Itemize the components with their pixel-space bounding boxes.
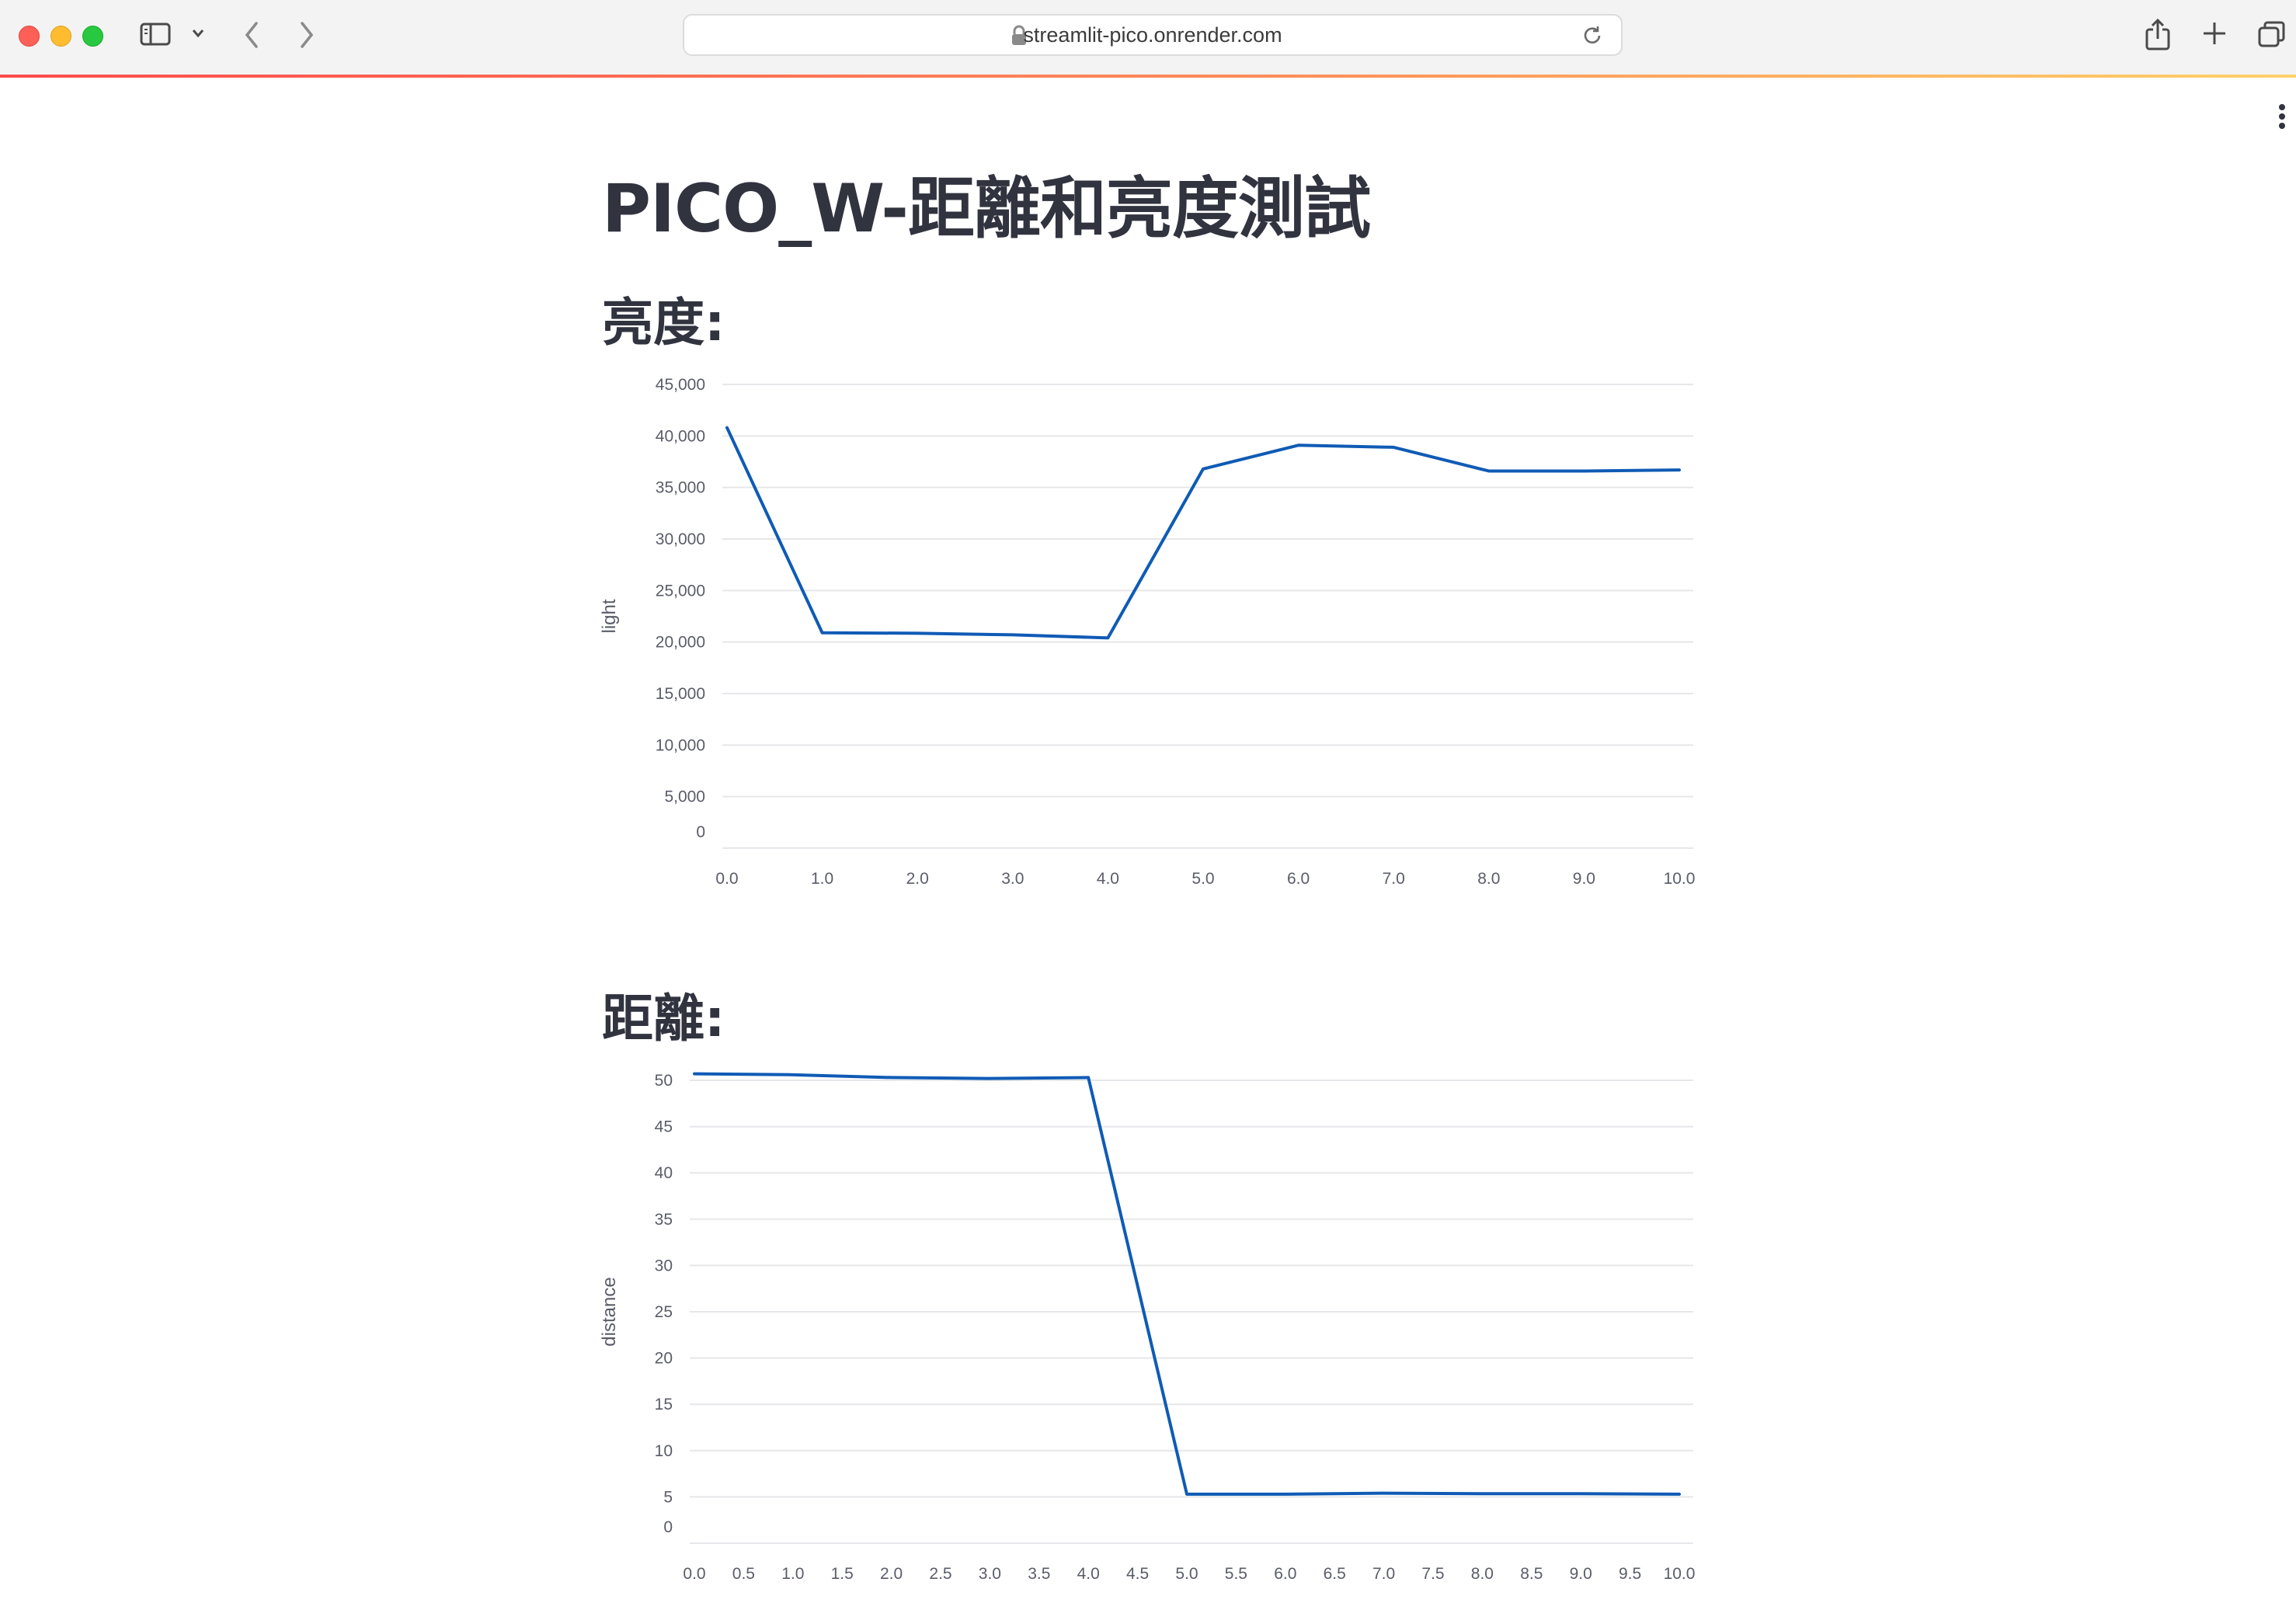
- distance-x-tick-label: 5.5: [1225, 1565, 1247, 1583]
- light-y-tick-label: 30,000: [656, 530, 705, 548]
- new-tab-button[interactable]: [2201, 20, 2228, 47]
- distance-x-tick-label: 2.0: [880, 1565, 903, 1583]
- distance-x-tick-label: 0.5: [732, 1565, 755, 1583]
- distance-x-tick-label: 3.5: [1028, 1565, 1050, 1583]
- distance-y-tick-label: 35: [655, 1211, 673, 1229]
- light-y-tick-label: 35,000: [656, 479, 705, 497]
- distance-x-tick-label: 8.5: [1520, 1565, 1543, 1583]
- distance-x-tick-label: 5.0: [1175, 1565, 1198, 1583]
- light-y-axis-title: light: [599, 599, 620, 633]
- distance-y-tick-label: 45: [655, 1118, 673, 1136]
- sidebar-icon: [140, 23, 171, 46]
- distance-y-tick-label: 0: [663, 1518, 673, 1536]
- light-x-tick-label: 7.0: [1383, 870, 1405, 888]
- light-x-tick-label: 4.0: [1097, 870, 1119, 888]
- back-button[interactable]: [242, 20, 261, 50]
- close-window-button[interactable]: [19, 26, 40, 47]
- light-x-tick-label: 10.0: [1664, 870, 1696, 888]
- distance-x-tick-label: 3.0: [979, 1565, 1001, 1583]
- main-menu-button[interactable]: [2277, 103, 2287, 134]
- streamlit-decoration-bar: [0, 75, 2296, 78]
- chevron-down-icon: [192, 30, 204, 38]
- forward-button[interactable]: [297, 20, 316, 50]
- light-y-tick-label: 25,000: [656, 582, 705, 600]
- sidebar-menu-button[interactable]: [190, 28, 206, 39]
- sidebar-toggle-button[interactable]: [140, 22, 171, 47]
- distance-y-tick-label: 5: [663, 1488, 673, 1506]
- light-x-tick-label: 0.0: [715, 870, 738, 888]
- distance-x-tick-label: 8.0: [1471, 1565, 1494, 1583]
- light-x-tick-label: 2.0: [906, 870, 929, 888]
- page-title: PICO_W-距離和亮度測試: [602, 170, 1371, 248]
- distance-x-tick-label: 7.5: [1421, 1565, 1444, 1583]
- distance-y-tick-label: 15: [655, 1396, 673, 1413]
- distance-x-tick-label: 10.0: [1664, 1565, 1696, 1583]
- new-tab-icon: [2204, 23, 2225, 44]
- back-icon: [245, 22, 258, 48]
- light-x-tick-label: 9.0: [1573, 870, 1595, 888]
- distance-series-line: [693, 1072, 1681, 1496]
- share-button[interactable]: [2144, 17, 2172, 51]
- distance-y-tick-label: 20: [655, 1350, 673, 1368]
- distance-heading: 距離:: [602, 989, 725, 1048]
- light-y-tick-label: 45,000: [656, 376, 705, 394]
- distance-y-tick-label: 25: [655, 1303, 673, 1321]
- light-series-line: [725, 426, 1681, 640]
- light-y-tick-label: 0: [696, 823, 705, 841]
- distance-y-axis-title: distance: [599, 1277, 620, 1346]
- distance-y-tick-label: 30: [655, 1257, 673, 1274]
- light-y-tick-label: 5,000: [664, 788, 705, 806]
- distance-x-tick-label: 6.5: [1324, 1565, 1346, 1583]
- distance-x-tick-label: 4.5: [1126, 1565, 1149, 1583]
- reload-icon[interactable]: [1581, 24, 1604, 47]
- tab-overview-icon: [2258, 21, 2285, 47]
- light-y-tick-label: 15,000: [656, 685, 705, 703]
- address-bar[interactable]: streamlit-pico.onrender.com: [683, 14, 1623, 56]
- share-icon: [2145, 18, 2170, 50]
- distance-x-tick-label: 9.0: [1570, 1565, 1592, 1583]
- distance-y-tick-label: 40: [655, 1164, 673, 1182]
- more-icon: [2279, 104, 2285, 129]
- maximize-window-button[interactable]: [82, 26, 103, 47]
- distance-x-tick-label: 0.0: [683, 1565, 705, 1583]
- light-x-tick-label: 3.0: [1001, 870, 1024, 888]
- distance-line-chart[interactable]: 0 5 10 15 20 25 30 35 40 45 50 0.0 0.5 1.0 1.5 2.0 2.5 3.…: [590, 1064, 1709, 1592]
- distance-y-tick-label: 50: [655, 1072, 673, 1090]
- minimize-window-button[interactable]: [50, 26, 71, 47]
- tab-overview-button[interactable]: [2257, 20, 2287, 48]
- distance-x-tick-label: 1.0: [781, 1565, 804, 1583]
- distance-x-tick-label: 2.5: [929, 1565, 951, 1583]
- distance-y-tick-label: 10: [655, 1442, 673, 1460]
- distance-x-tick-label: 6.0: [1274, 1565, 1296, 1583]
- light-y-tick-label: 40,000: [656, 427, 705, 445]
- distance-x-tick-label: 4.0: [1077, 1565, 1100, 1583]
- light-heading: 亮度:: [602, 293, 725, 353]
- light-x-tick-label: 6.0: [1287, 870, 1310, 888]
- browser-toolbar: streamlit-pico.onrender.com: [0, 0, 2296, 75]
- light-line-chart[interactable]: 0 5,000 10,000 15,000 20,000 25,000 30,000 35,0…: [590, 369, 1709, 897]
- distance-x-tick-label: 7.0: [1372, 1565, 1395, 1583]
- light-y-tick-label: 20,000: [656, 634, 705, 652]
- distance-x-tick-label: 1.5: [831, 1565, 854, 1583]
- light-x-tick-label: 5.0: [1191, 870, 1214, 888]
- distance-x-tick-label: 9.5: [1619, 1565, 1641, 1583]
- url-text: streamlit-pico.onrender.com: [1023, 23, 1282, 47]
- light-y-tick-label: 10,000: [656, 736, 705, 754]
- forward-icon: [301, 22, 314, 48]
- light-x-tick-label: 8.0: [1477, 870, 1500, 888]
- light-x-tick-label: 1.0: [811, 870, 833, 888]
